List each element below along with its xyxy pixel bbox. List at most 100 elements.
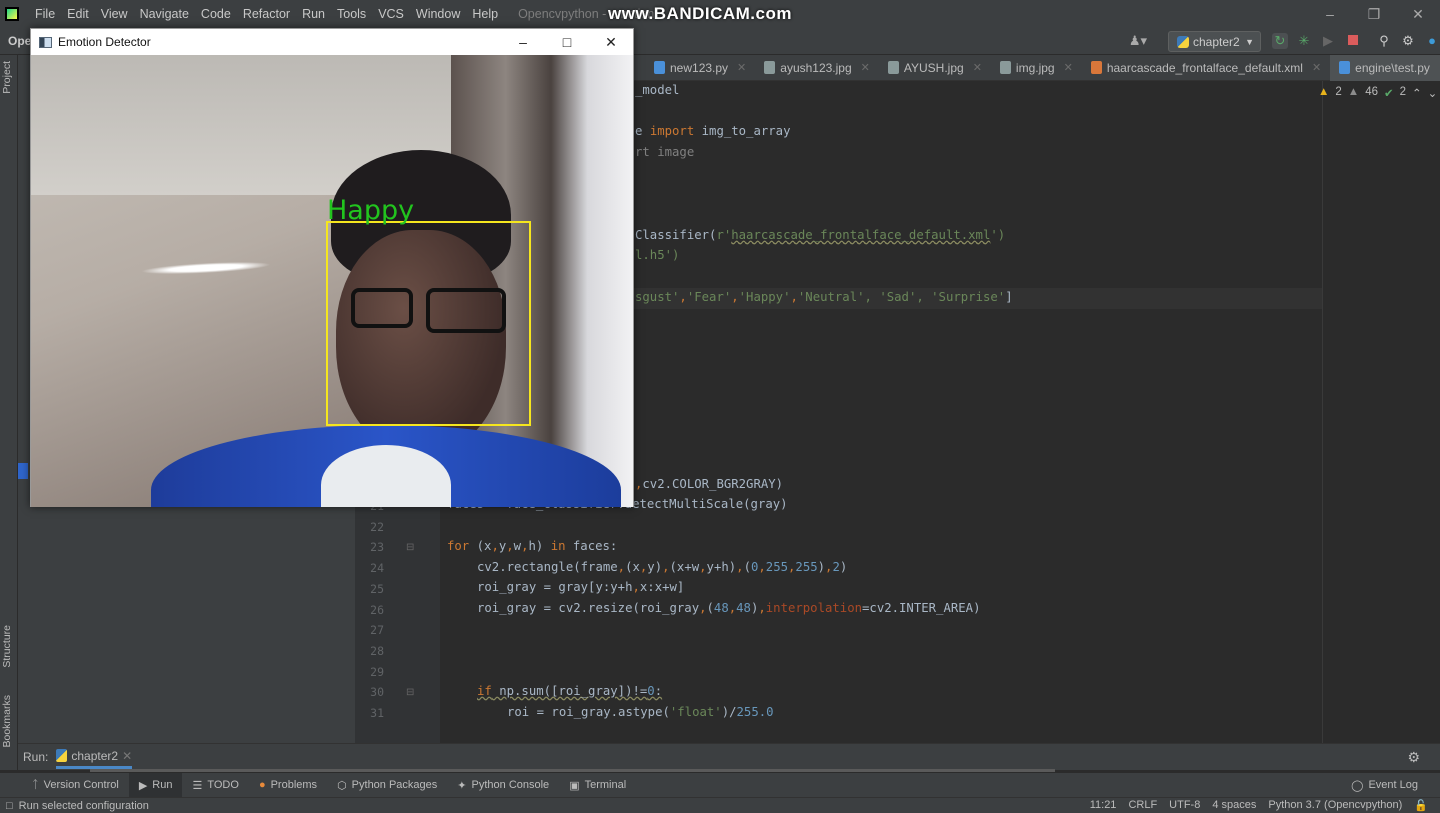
caret-position[interactable]: 11:21	[1090, 799, 1117, 812]
python-console-icon: ✦	[457, 779, 467, 792]
tool-tab-run[interactable]: ▶ Run	[128, 773, 183, 797]
chevron-down-icon: ▼	[1245, 36, 1254, 47]
image-file-icon	[887, 61, 899, 74]
plugin-icon[interactable]: ●	[1424, 33, 1440, 49]
right-margin-guide	[1322, 81, 1323, 743]
tab-label: haarcascade_frontalface_default.xml	[1106, 60, 1303, 75]
left-tool-strip: Project Structure Bookmarks	[0, 55, 18, 770]
close-tab-icon[interactable]: ✕	[122, 749, 132, 763]
python-icon	[56, 749, 68, 762]
image-file-icon	[999, 61, 1011, 74]
window-app-icon	[39, 36, 52, 48]
run-settings-gear-icon[interactable]: ⚙	[1407, 749, 1420, 766]
window-maximize-button[interactable]: □	[545, 34, 589, 51]
code-line-8: Classifier(r'haarcascade_frontalface_def…	[635, 228, 1006, 242]
line-number: 29	[370, 664, 384, 679]
stop-icon[interactable]	[1345, 33, 1361, 49]
python-interpreter[interactable]: Python 3.7 (Opencvpython)	[1268, 799, 1402, 812]
search-icon[interactable]: ⚲	[1376, 33, 1392, 49]
tab-label: img.jpg	[1015, 60, 1055, 75]
line-separator[interactable]: CRLF	[1128, 799, 1157, 812]
tab-ayush-jpg[interactable]: AYUSH.jpg ✕	[879, 55, 991, 81]
file-encoding[interactable]: UTF-8	[1169, 799, 1200, 812]
close-tab-icon[interactable]: ✕	[1312, 61, 1321, 74]
menu-code[interactable]: Code	[195, 7, 237, 21]
webcam-frame: Happy	[31, 55, 633, 507]
menu-help[interactable]: Help	[466, 7, 504, 21]
debug-icon[interactable]: ✳	[1296, 33, 1312, 49]
rerun-icon[interactable]: ↻	[1272, 33, 1288, 49]
window-minimize-button[interactable]: –	[501, 34, 545, 51]
python-file-icon	[1339, 61, 1351, 74]
code-line-1: _model	[635, 83, 680, 97]
tab-engine-test-py[interactable]: engine\test.py✕	[1330, 54, 1440, 81]
tool-tab-todo[interactable]: ☰ TODO	[182, 773, 248, 797]
status-toggle-icon[interactable]: □	[6, 800, 13, 812]
run-config-select[interactable]: chapter2 ▼	[1168, 31, 1261, 52]
close-tab-icon[interactable]: ✕	[973, 61, 982, 74]
bandicam-watermark: www.BANDICAM.com	[608, 4, 792, 23]
user-icon[interactable]: ♟▾	[1126, 33, 1150, 49]
bookmarks-tool-tab[interactable]: Bookmarks	[1, 695, 13, 748]
packages-icon: ⬡	[337, 779, 347, 792]
close-tab-icon[interactable]: ✕	[1064, 61, 1073, 74]
code-line-25: roi_gray = gray[y:y+h,x:x+w]	[477, 580, 685, 594]
previous-highlight-icon[interactable]: ⌃	[1412, 86, 1422, 100]
line-number: 22	[370, 519, 384, 534]
lock-icon[interactable]: 🔓	[1414, 799, 1428, 812]
tab-haarcascade-xml[interactable]: haarcascade_frontalface_default.xml ✕	[1082, 55, 1330, 81]
project-breadcrumb[interactable]: Ope	[8, 34, 31, 48]
line-number: 31	[370, 706, 384, 720]
tool-tab-version-control[interactable]: ᛏ Version Control	[22, 773, 129, 797]
menu-vcs[interactable]: VCS	[372, 7, 410, 21]
close-button[interactable]: ✕	[1396, 6, 1440, 23]
menu-navigate[interactable]: Navigate	[134, 7, 195, 21]
window-close-button[interactable]: ✕	[589, 34, 633, 51]
warning-count: 2	[1335, 86, 1342, 98]
minimize-button[interactable]: –	[1308, 6, 1352, 23]
project-tool-tab[interactable]: Project	[1, 61, 13, 94]
emotion-detector-window[interactable]: Emotion Detector – □ ✕ Happy	[30, 28, 634, 507]
close-tab-icon[interactable]: ✕	[861, 61, 870, 74]
run-tab-chapter2[interactable]: chapter2 ✕	[56, 746, 133, 769]
tool-window-bar: ᛏ Version Control ▶ Run ☰ TODO ● Problems ⬡ P…	[0, 773, 1440, 797]
restore-button[interactable]: ❐	[1352, 6, 1396, 23]
menu-refactor[interactable]: Refactor	[237, 7, 296, 21]
emotion-label: Happy	[327, 195, 415, 226]
tab-new123-py[interactable]: new123.py ✕	[645, 55, 755, 81]
gear-icon[interactable]: ⚙	[1400, 33, 1416, 49]
inspection-widget[interactable]: ▲ 2 ▲ 46 ✔ 2 ⌃ ⌄	[1318, 86, 1437, 100]
tool-tab-problems[interactable]: ● Problems	[249, 773, 327, 797]
menu-tools[interactable]: Tools	[331, 7, 372, 21]
indent-setting[interactable]: 4 spaces	[1212, 799, 1256, 812]
line-number: 25	[370, 581, 384, 596]
event-log-button[interactable]: ◯ Event Log	[1341, 773, 1428, 797]
event-log-icon: ◯	[1351, 779, 1364, 792]
structure-tool-tab[interactable]: Structure	[1, 625, 13, 668]
coverage-icon[interactable]: ▶	[1320, 33, 1336, 49]
fold-icon[interactable]: ⊟	[406, 687, 414, 698]
run-label: Run:	[23, 750, 49, 764]
menu-run[interactable]: Run	[296, 7, 331, 21]
next-highlight-icon[interactable]: ⌄	[1428, 86, 1438, 100]
weak-warning-count: 46	[1365, 86, 1378, 98]
menu-file[interactable]: File	[29, 7, 61, 21]
menu-view[interactable]: View	[95, 7, 134, 21]
run-icon: ▶	[138, 779, 148, 792]
tool-tab-python-packages[interactable]: ⬡ Python Packages	[327, 773, 447, 797]
window-title-bar[interactable]: Emotion Detector – □ ✕	[31, 29, 633, 55]
tab-ayush123-jpg[interactable]: ayush123.jpg ✕	[755, 55, 879, 81]
tab-label: AYUSH.jpg	[903, 60, 964, 75]
window-title: Emotion Detector	[58, 35, 151, 49]
horizontal-scrollbar[interactable]	[90, 769, 1055, 772]
tool-tab-terminal[interactable]: ▣ Terminal	[559, 773, 636, 797]
fold-icon[interactable]: ⊟	[406, 542, 414, 553]
menu-window[interactable]: Window	[410, 7, 466, 21]
menu-edit[interactable]: Edit	[61, 7, 95, 21]
tab-img-jpg[interactable]: img.jpg ✕	[991, 55, 1082, 81]
selected-tree-row[interactable]	[18, 463, 28, 479]
line-number: 24	[370, 561, 384, 576]
tool-tab-python-console[interactable]: ✦ Python Console	[447, 773, 559, 797]
close-tab-icon[interactable]: ✕	[737, 61, 746, 74]
terminal-icon: ▣	[569, 779, 580, 792]
